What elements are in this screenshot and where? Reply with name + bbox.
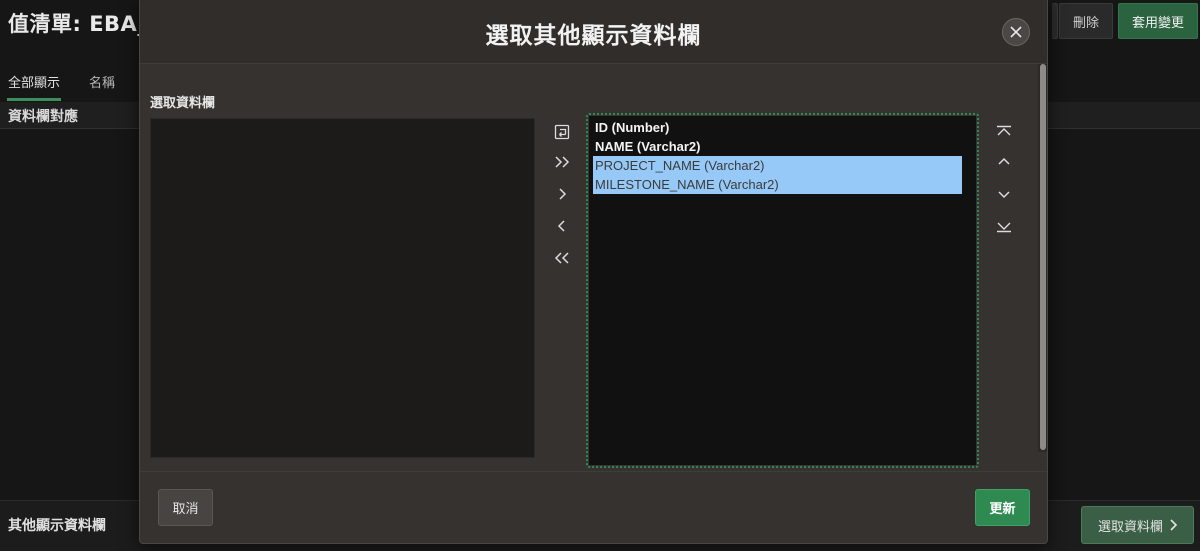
chevron-left-icon (557, 220, 567, 232)
available-columns-label: 選取資料欄 (150, 96, 216, 111)
dialog-scrollbar[interactable] (1038, 64, 1047, 452)
available-columns-list[interactable] (150, 118, 535, 458)
move-right-button[interactable] (548, 182, 576, 206)
move-up-button[interactable] (990, 150, 1018, 174)
move-all-right-button[interactable] (548, 150, 576, 174)
reset-icon (554, 124, 570, 140)
chevron-up-icon (998, 157, 1010, 167)
list-item[interactable]: NAME (Varchar2) (593, 137, 962, 156)
selected-columns-list[interactable]: ID (Number) NAME (Varchar2) PROJECT_NAME… (589, 116, 976, 465)
list-item-selected[interactable]: MILESTONE_NAME (Varchar2) (593, 175, 962, 194)
footer-label: 其他顯示資料欄 (8, 518, 106, 534)
chevron-right-icon (1169, 519, 1177, 531)
chevron-down-icon (998, 189, 1010, 199)
chevron-right-icon (557, 188, 567, 200)
select-columns-button[interactable]: 選取資料欄 (1081, 506, 1194, 544)
scrollbar-thumb[interactable] (1040, 64, 1046, 450)
move-top-icon (996, 125, 1012, 139)
move-down-button[interactable] (990, 182, 1018, 206)
move-bottom-icon (996, 219, 1012, 233)
dialog-footer: 取消 更新 (140, 471, 1047, 544)
move-all-left-button[interactable] (548, 246, 576, 270)
reset-button[interactable] (548, 120, 576, 144)
hidden-button[interactable] (1052, 3, 1058, 39)
cancel-button[interactable]: 取消 (158, 489, 213, 526)
double-chevron-right-icon (554, 156, 570, 168)
tab-show-all[interactable]: 全部顯示 (8, 72, 60, 91)
apply-changes-button[interactable]: 套用變更 (1118, 3, 1198, 39)
page-title: 值清單: EBA_ (8, 12, 149, 36)
list-item[interactable]: ID (Number) (593, 118, 962, 137)
close-icon (1010, 26, 1022, 38)
select-columns-label: 選取資料欄 (1097, 519, 1163, 535)
list-item-selected[interactable]: PROJECT_NAME (Varchar2) (593, 156, 962, 175)
active-tab-indicator (7, 98, 61, 101)
double-chevron-left-icon (554, 252, 570, 264)
move-bottom-button[interactable] (990, 214, 1018, 238)
delete-button[interactable]: 刪除 (1059, 3, 1113, 39)
dialog-header: 選取其他顯示資料欄 (140, 0, 1047, 64)
move-top-button[interactable] (990, 120, 1018, 144)
close-button[interactable] (1002, 18, 1030, 46)
dialog-title: 選取其他顯示資料欄 (485, 23, 702, 49)
tab-name[interactable]: 名稱 (89, 72, 115, 91)
select-columns-dialog: 選取其他顯示資料欄 選取資料欄 ID (Number) NAME (Varcha… (139, 0, 1048, 544)
update-button[interactable]: 更新 (975, 489, 1030, 526)
section-title: 資料欄對應 (8, 109, 78, 125)
move-left-button[interactable] (548, 214, 576, 238)
